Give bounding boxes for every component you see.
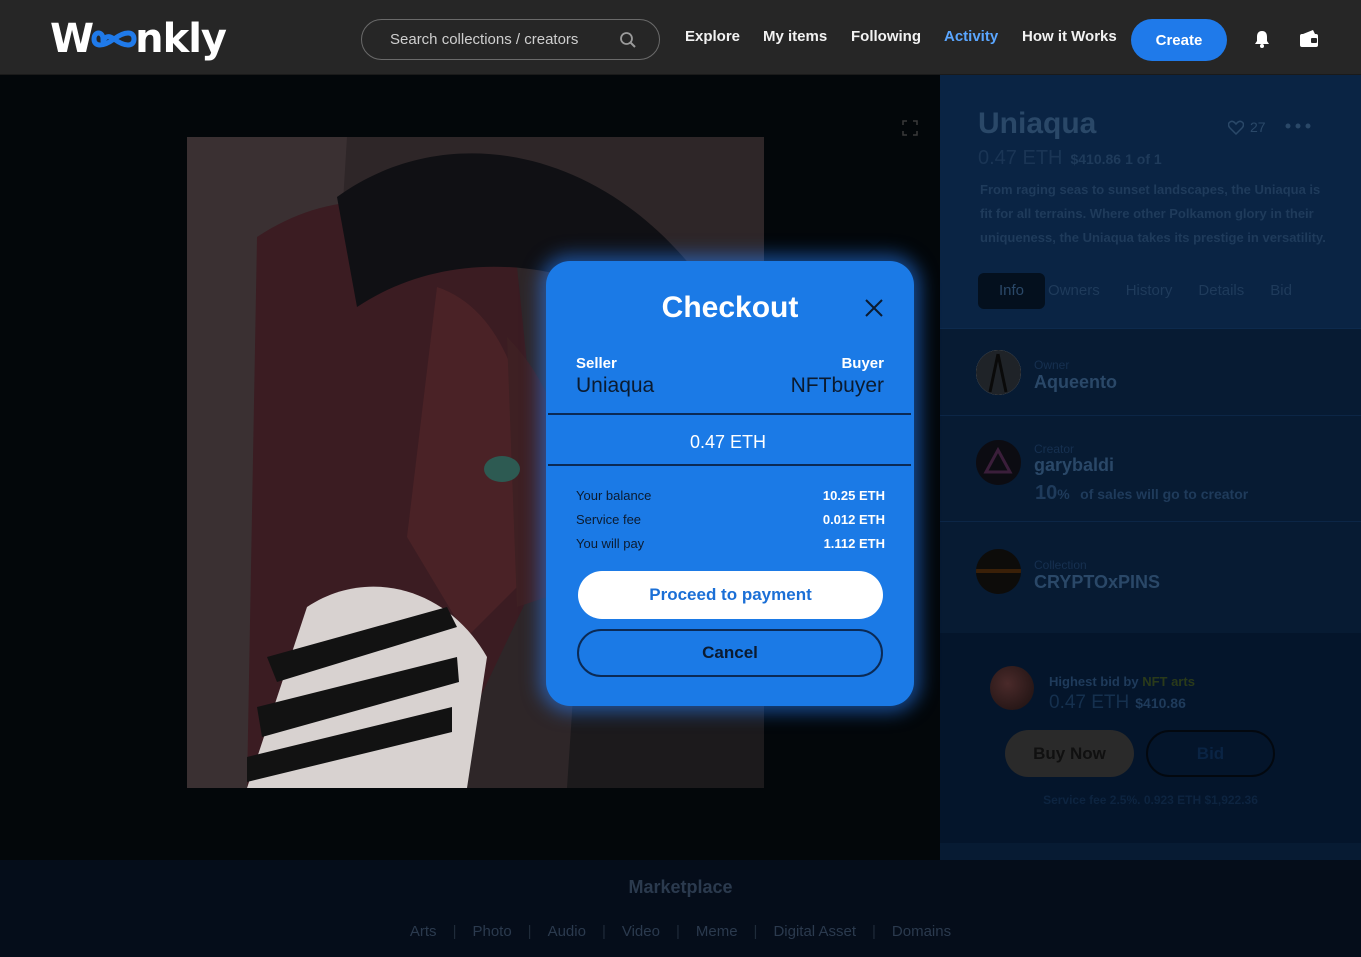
balance-value: 10.25 ETH: [822, 488, 885, 503]
checkout-modal: Checkout Seller Uniaqua Buyer NFTbuyer 0…: [546, 261, 914, 706]
tab-history[interactable]: History: [1113, 273, 1186, 309]
creator-role: Creator: [1034, 442, 1075, 456]
item-title: Uniaqua: [978, 107, 1097, 140]
fullscreen-expand-icon[interactable]: [902, 120, 918, 136]
footer-link-audio[interactable]: Audio: [548, 923, 586, 940]
balance-label: Your balance: [576, 488, 652, 503]
owner-avatar: [976, 350, 1021, 395]
highest-bid-text: Highest bid by: [1049, 674, 1139, 689]
collection-avatar: [976, 549, 1021, 594]
checkout-title: Checkout: [661, 291, 799, 324]
bell-icon[interactable]: [1252, 29, 1272, 49]
owner-role: Owner: [1034, 358, 1070, 372]
checkout-amount: 0.47 ETH: [689, 432, 767, 452]
divider-top: [548, 413, 911, 415]
royalty-text: of sales will go to creator: [1080, 486, 1249, 502]
footer-link-meme[interactable]: Meme: [696, 923, 738, 940]
owner-row[interactable]: Owner Aqueento: [940, 329, 1361, 416]
highest-bid-label: Highest bid by NFT arts: [1049, 674, 1195, 689]
cancel-button[interactable]: Cancel: [577, 629, 883, 677]
item-description: From raging seas to sunset landscapes, t…: [980, 182, 1326, 245]
bidder-avatar: [990, 666, 1034, 710]
buyer-label: Buyer: [841, 355, 884, 372]
nav-following[interactable]: Following: [851, 28, 921, 45]
total-value: 1.112 ETH: [823, 536, 885, 551]
search-icon[interactable]: [619, 31, 637, 49]
total-label: You will pay: [576, 536, 645, 551]
proceed-to-payment-button[interactable]: Proceed to payment: [578, 571, 883, 619]
footer-links: Arts | Photo | Audio | Video | Meme | Digital…: [409, 923, 952, 940]
collection-role: Collection: [1034, 558, 1087, 572]
creator-royalty: 10% of sales will go to creator: [1035, 482, 1248, 505]
item-tabs: Info Owners History Details Bid: [978, 273, 1305, 309]
nav-activity[interactable]: Activity: [944, 28, 998, 45]
wallet-icon[interactable]: [1299, 29, 1319, 49]
close-icon[interactable]: [864, 298, 884, 318]
divider-bottom: [548, 464, 911, 466]
item-edition: 1 of 1: [1125, 151, 1162, 167]
bid-box: Highest bid by NFT arts 0.47 ETH $410.86…: [940, 633, 1361, 843]
service-fee-row: Service fee 0.012 ETH: [576, 512, 885, 527]
heart-icon[interactable]: [1228, 120, 1244, 135]
footer-title: Marketplace: [628, 877, 733, 897]
infinity-logo-mark: [91, 30, 137, 48]
buyer-name: NFTbuyer: [790, 374, 884, 397]
buy-now-button[interactable]: Buy Now: [1005, 730, 1134, 777]
nav-how-it-works[interactable]: How it Works: [1022, 28, 1117, 45]
seller-name: Uniaqua: [576, 374, 655, 397]
item-price: 0.47 ETH $410.86 1 of 1: [978, 147, 1162, 170]
likes-counter[interactable]: 27: [1228, 119, 1266, 135]
search-input[interactable]: Search collections / creators: [390, 31, 578, 48]
item-details-panel: Uniaqua 27 0.47 ETH $410.86 1 of 1 From …: [940, 75, 1361, 860]
item-summary: Uniaqua 27 0.47 ETH $410.86 1 of 1 From …: [940, 75, 1361, 329]
item-price-usd: $410.86: [1070, 151, 1122, 167]
creator-avatar: [976, 440, 1021, 485]
owner-avatar-image: [976, 350, 1021, 395]
more-options-icon[interactable]: [1285, 123, 1311, 129]
creator-avatar-image: [976, 440, 1021, 485]
total-row: You will pay 1.112 ETH: [576, 536, 885, 551]
footer-link-arts[interactable]: Arts: [410, 923, 437, 940]
footer-link-video[interactable]: Video: [622, 923, 660, 940]
owner-name[interactable]: Aqueento: [1034, 372, 1117, 393]
service-fee-line: Service fee 2.5%. 0.923 ETH $1,922.36: [1043, 793, 1258, 807]
collection-row[interactable]: Collection CRYPTOxPINS: [940, 522, 1361, 633]
footer: Marketplace Arts | Photo | Audio | Video | M…: [0, 860, 1361, 957]
likes-count: 27: [1250, 119, 1266, 135]
woonkly-logo[interactable]: W nkly: [50, 14, 227, 64]
royalty-value: 10: [1035, 482, 1058, 504]
service-fee-label: Service fee: [576, 512, 642, 527]
balance-row: Your balance 10.25 ETH: [576, 488, 885, 503]
footer-link-digital-asset[interactable]: Digital Asset: [773, 923, 856, 940]
highest-bid-usd: $410.86: [1135, 695, 1186, 711]
highest-bid-price: 0.47 ETH $410.86: [1049, 692, 1186, 714]
service-fee-value: 0.012 ETH: [822, 512, 885, 527]
highest-bidder[interactable]: NFT arts: [1142, 674, 1195, 689]
top-navbar: W nkly Search collections / creators Exp…: [0, 0, 1361, 75]
royalty-unit: %: [1057, 486, 1070, 502]
creator-name[interactable]: garybaldi: [1034, 455, 1114, 476]
tab-info[interactable]: Info: [978, 273, 1046, 309]
footer-link-photo[interactable]: Photo: [472, 923, 511, 940]
creator-row[interactable]: Creator garybaldi 10% of sales will go t…: [940, 416, 1361, 522]
highest-bid-eth: 0.47 ETH: [1049, 692, 1130, 713]
collection-avatar-image: [976, 549, 1021, 594]
nav-explore[interactable]: Explore: [685, 28, 740, 45]
footer-link-domains[interactable]: Domains: [892, 923, 951, 940]
search-bar[interactable]: Search collections / creators: [361, 19, 660, 60]
tab-owners[interactable]: Owners: [1045, 273, 1113, 309]
bid-button[interactable]: Bid: [1146, 730, 1275, 777]
item-price-eth: 0.47 ETH: [978, 147, 1063, 169]
collection-name[interactable]: CRYPTOxPINS: [1034, 572, 1160, 593]
tab-bid[interactable]: Bid: [1257, 273, 1305, 309]
seller-label: Seller: [576, 355, 617, 372]
tab-details[interactable]: Details: [1185, 273, 1257, 309]
nav-my-items[interactable]: My items: [763, 28, 827, 45]
create-button[interactable]: Create: [1131, 19, 1227, 61]
